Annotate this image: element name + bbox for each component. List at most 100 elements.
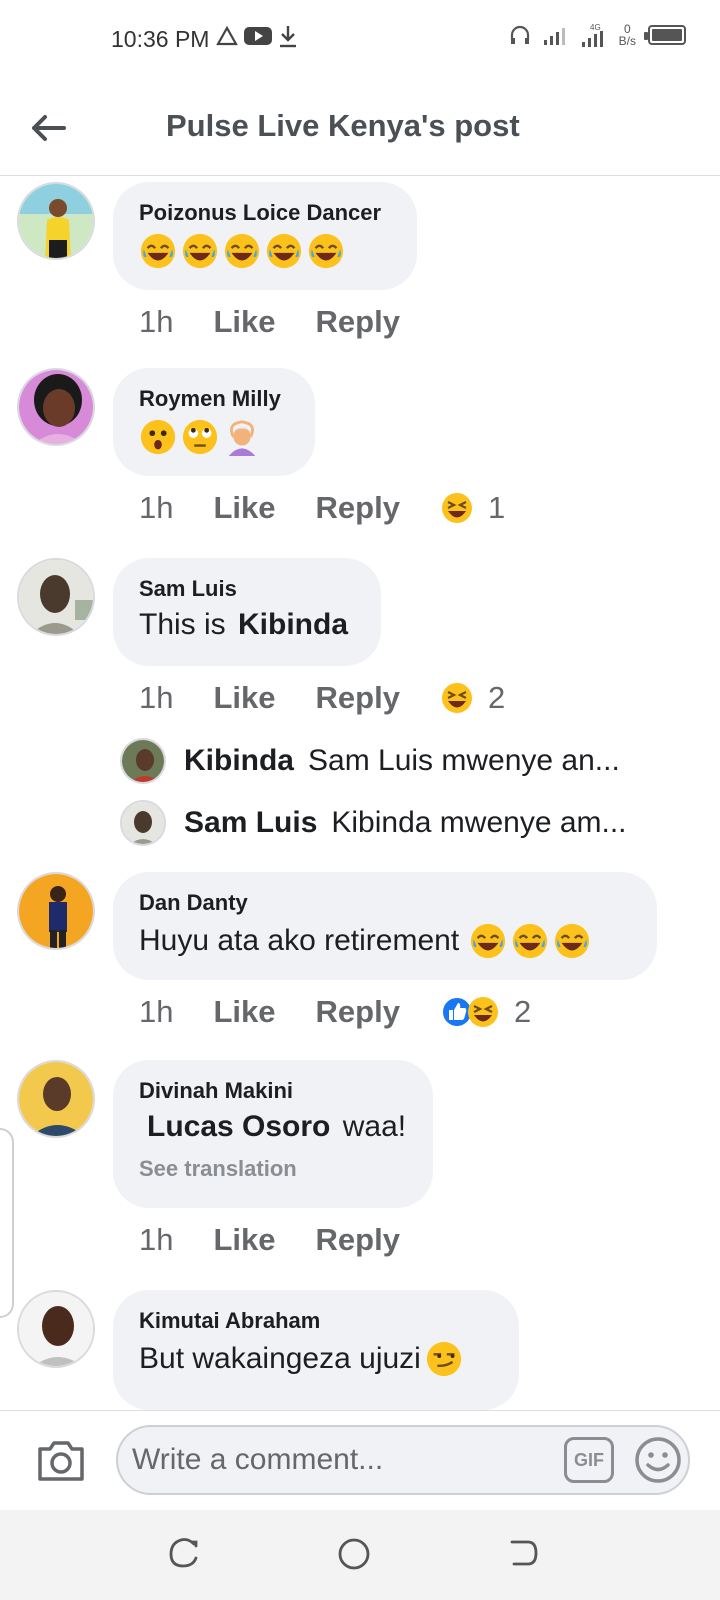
reply-author[interactable]: Kibinda	[184, 744, 294, 778]
comment-text	[139, 418, 289, 456]
comment-author[interactable]: Sam Luis	[139, 576, 355, 602]
reply-button[interactable]: Reply	[316, 490, 400, 526]
comment-author[interactable]: Poizonus Loice Dancer	[139, 200, 391, 226]
smirk-emoji	[426, 1341, 461, 1377]
laughing-emoji	[224, 233, 260, 269]
laughing-emoji	[555, 923, 590, 959]
comment-bubble[interactable]: Dan Danty Huyu ata ako retirement	[113, 872, 657, 980]
reply-text: Sam Luis mwenye an...	[308, 744, 620, 777]
status-time: 10:36 PM	[111, 26, 210, 52]
comment-list[interactable]: Poizonus Loice Dancer 1h Like Reply Roym…	[0, 176, 720, 1410]
reply-button[interactable]: Reply	[316, 1222, 400, 1258]
camera-icon	[38, 1441, 84, 1481]
reaction-summary[interactable]: 2	[440, 994, 531, 1030]
avatar[interactable]	[17, 1290, 95, 1368]
arrow-left-icon	[32, 115, 66, 141]
gif-button[interactable]: GIF	[564, 1437, 614, 1483]
side-panel-handle[interactable]	[0, 1128, 14, 1318]
sticker-button[interactable]	[634, 1436, 682, 1484]
battery-icon	[644, 25, 686, 45]
smiley-icon	[635, 1437, 681, 1483]
person-gesturing-ok-emoji	[228, 420, 256, 456]
camera-button[interactable]	[36, 1437, 86, 1483]
comment-author[interactable]: Roymen Milly	[139, 386, 289, 412]
see-translation-link[interactable]: See translation	[139, 1156, 407, 1182]
reaction-summary[interactable]: 1	[440, 490, 505, 526]
svg-text:4G: 4G	[590, 23, 601, 32]
page-title: Pulse Live Kenya's post	[166, 108, 520, 143]
eye-roll-emoji	[182, 419, 218, 455]
comment-text	[139, 232, 391, 270]
comment-actions: 1h Like Reply	[139, 304, 440, 340]
comment-actions: 1h Like Reply 1	[139, 490, 505, 526]
status-bar: 10:36 PM 4G 0 B/s	[0, 0, 720, 80]
comment-composer: GIF	[0, 1410, 720, 1510]
laughing-emoji	[513, 923, 548, 959]
avatar[interactable]	[17, 558, 95, 636]
comment-text: But wakaingeza ujuzi	[139, 1340, 493, 1378]
like-button[interactable]: Like	[213, 490, 275, 526]
reaction-summary[interactable]: 2	[440, 680, 505, 716]
avatar[interactable]	[17, 182, 95, 260]
recent-apps-icon	[169, 1538, 198, 1568]
comment-time: 1h	[139, 1222, 174, 1257]
signal-icon	[543, 28, 565, 45]
reply-button[interactable]: Reply	[316, 994, 400, 1030]
laughing-emoji	[140, 233, 176, 269]
comment-bubble[interactable]: Divinah Makini Lucas Osoro waa! See tran…	[113, 1060, 433, 1208]
header: Pulse Live Kenya's post	[0, 80, 720, 176]
comment-actions: 1h Like Reply 2	[139, 680, 505, 716]
avatar[interactable]	[17, 1060, 95, 1138]
network-speed: 0 B/s	[618, 22, 636, 48]
reply-preview[interactable]: Sam Luis Kibinda mwenye am...	[120, 798, 720, 848]
laughing-emoji	[266, 233, 302, 269]
comment-time: 1h	[139, 680, 174, 715]
haha-reaction-icon	[467, 997, 498, 1027]
laughing-emoji	[308, 233, 344, 269]
avatar[interactable]	[17, 872, 95, 950]
reaction-count: 2	[513, 994, 532, 1029]
recent-apps-button[interactable]	[166, 1536, 206, 1576]
comment-actions: 1h Like Reply	[139, 1222, 440, 1258]
surprised-emoji	[140, 419, 176, 455]
laughing-emoji	[182, 233, 218, 269]
back-button[interactable]	[24, 104, 72, 152]
back-nav-button[interactable]	[506, 1536, 546, 1576]
reaction-count: 1	[487, 490, 506, 525]
reply-button[interactable]: Reply	[316, 680, 400, 716]
comment-text: Huyu ata ako retirement	[139, 922, 631, 960]
like-button[interactable]: Like	[213, 1222, 275, 1258]
haha-reaction-icon	[441, 493, 472, 523]
comment-author[interactable]: Kimutai Abraham	[139, 1308, 493, 1334]
reply-preview[interactable]: Kibinda Sam Luis mwenye an...	[120, 736, 720, 786]
comment-bubble[interactable]: Roymen Milly	[113, 368, 315, 476]
comment-author[interactable]: Dan Danty	[139, 890, 631, 916]
reply-button[interactable]: Reply	[316, 304, 400, 340]
comment-author[interactable]: Divinah Makini	[139, 1078, 407, 1104]
headphones-icon	[510, 25, 529, 44]
mention[interactable]: Kibinda	[238, 608, 348, 642]
like-button[interactable]: Like	[213, 994, 275, 1030]
mention[interactable]: Lucas Osoro	[147, 1110, 330, 1144]
download-icon	[280, 26, 296, 48]
avatar[interactable]	[17, 368, 95, 446]
comment-bubble[interactable]: Kimutai Abraham But wakaingeza ujuzi	[113, 1290, 519, 1410]
youtube-icon	[244, 27, 272, 45]
back-nav-icon	[510, 1540, 538, 1566]
reply-author[interactable]: Sam Luis	[184, 806, 317, 840]
home-button[interactable]	[336, 1536, 376, 1576]
like-button[interactable]: Like	[213, 304, 275, 340]
comment-text: This is Kibinda	[139, 608, 349, 642]
comment-bubble[interactable]: Sam Luis This is Kibinda	[113, 558, 381, 666]
system-nav-bar	[0, 1510, 720, 1600]
haha-reaction-icon	[441, 683, 472, 713]
reply-text: Kibinda mwenye am...	[331, 806, 627, 839]
warning-icon	[216, 26, 238, 46]
home-circle-icon	[338, 1538, 370, 1570]
comment-text: Lucas Osoro waa!	[147, 1110, 407, 1144]
like-button[interactable]: Like	[213, 680, 275, 716]
laughing-emoji	[471, 923, 506, 959]
comment-bubble[interactable]: Poizonus Loice Dancer	[113, 182, 417, 290]
comment-time: 1h	[139, 994, 174, 1029]
comment-actions: 1h Like Reply 2	[139, 994, 531, 1030]
